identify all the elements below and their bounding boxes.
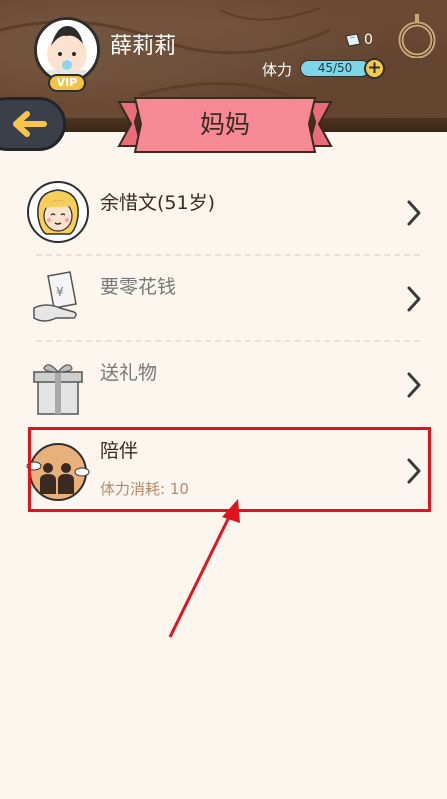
chevron-right-icon bbox=[407, 286, 421, 312]
divider bbox=[36, 340, 420, 342]
divider bbox=[36, 254, 420, 256]
gift-box-icon bbox=[33, 364, 83, 415]
list-item-profile[interactable]: 余惜文(51岁) bbox=[0, 176, 447, 248]
pocket-money-label: 要零花钱 bbox=[100, 276, 177, 298]
chevron-right-icon bbox=[407, 200, 421, 226]
coin-count: 0 bbox=[364, 32, 373, 48]
coin-ticket-icon bbox=[345, 33, 361, 47]
back-arrow-icon bbox=[13, 111, 47, 137]
back-button[interactable] bbox=[0, 97, 66, 151]
mother-avatar-icon bbox=[27, 181, 89, 243]
player-name: 薛莉莉 bbox=[110, 34, 177, 59]
stamina-label: 体力 bbox=[262, 61, 293, 79]
annotation-arrow bbox=[168, 499, 240, 638]
page-title: 妈妈 bbox=[199, 110, 250, 139]
chevron-right-icon bbox=[407, 372, 421, 398]
mother-name-age: 余惜文(51岁) bbox=[100, 192, 216, 214]
list-item-gift[interactable]: 送礼物 bbox=[0, 348, 447, 420]
list-item-pocket-money[interactable]: ¥ 要零花钱 bbox=[0, 262, 447, 336]
baby-avatar-icon bbox=[37, 20, 97, 80]
add-stamina-button[interactable]: + bbox=[364, 58, 385, 79]
stamina-bar: 45/50 bbox=[300, 60, 370, 77]
svg-text:¥: ¥ bbox=[56, 285, 64, 299]
vip-badge: VIP bbox=[48, 74, 86, 92]
gift-label: 送礼物 bbox=[100, 362, 158, 384]
ring-icon[interactable] bbox=[395, 14, 439, 58]
money-hand-icon: ¥ bbox=[33, 271, 77, 322]
